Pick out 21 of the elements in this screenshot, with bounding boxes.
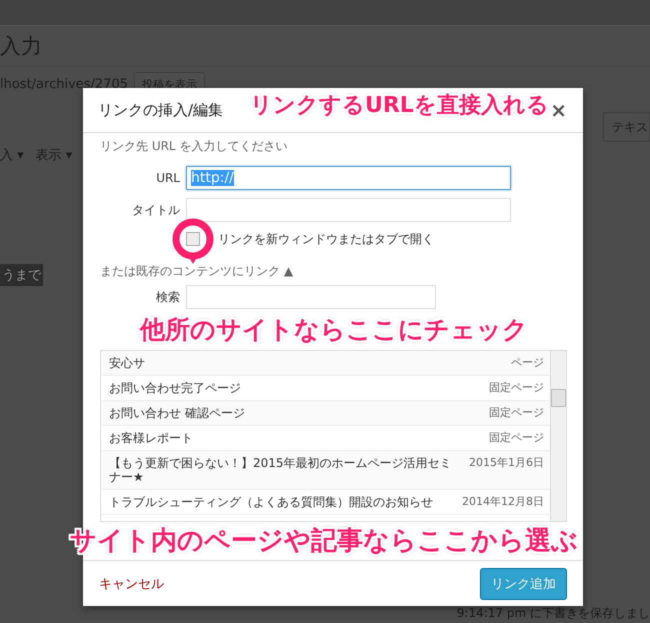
cancel-link[interactable]: キャンセル	[99, 574, 164, 592]
result-item[interactable]: お問い合わせ 確認ページ 固定ページ	[101, 401, 550, 426]
callout-ring-drawing	[171, 217, 215, 264]
new-window-checkbox[interactable]	[186, 232, 200, 246]
checkbox-label: リンクを新ウィンドウまたはタブで開く	[218, 230, 434, 248]
close-button[interactable]: ×	[548, 98, 569, 122]
selected-text: うまで	[0, 264, 43, 286]
search-field[interactable]	[186, 285, 436, 309]
dialog-title: リンクの挿入/編集	[98, 100, 224, 120]
field-label: タイトル	[131, 202, 181, 218]
annotation-text: リンクするURLを直接入れる	[250, 92, 549, 120]
title-field[interactable]	[186, 198, 511, 222]
result-item[interactable]: トラブルシューティング（よくある質問集）開設のお知らせ 2014年12月8日	[101, 490, 550, 515]
instruction-text: リンク先 URL を入力してください	[100, 138, 288, 155]
annotation-text: 他所のサイトならここにチェック	[140, 314, 528, 346]
field-label: 検索	[155, 288, 181, 306]
section-toggle[interactable]: または既存のコンテンツにリンク ▲	[100, 263, 294, 280]
field-label: URL	[155, 171, 181, 185]
result-item[interactable]: 【もう更新で困らない！】2015年最初のホームページ活用セミナー★ 2015年1月6日	[101, 451, 550, 490]
result-item[interactable]: 安心サ ページ	[101, 351, 550, 376]
scrollbar[interactable]	[550, 351, 566, 521]
